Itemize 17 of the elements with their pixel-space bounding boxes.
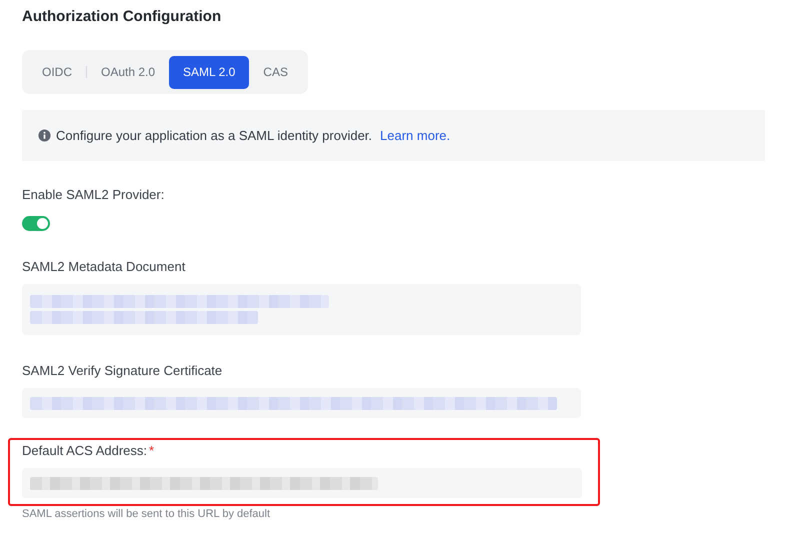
learn-more-link[interactable]: Learn more.	[380, 128, 450, 143]
field-label: SAML2 Verify Signature Certificate	[22, 363, 224, 378]
info-icon	[38, 129, 51, 142]
text-area[interactable]	[22, 284, 581, 335]
section-title: Authorization Configuration	[22, 8, 222, 25]
input-field[interactable]	[22, 468, 582, 498]
toggle-switch[interactable]	[22, 216, 50, 231]
input-field[interactable]	[22, 388, 581, 418]
tab[interactable]: OAuth 2.0	[87, 56, 170, 88]
tab[interactable]: CAS	[249, 56, 302, 88]
info-text: Configure your application as a SAML identity provider.	[56, 128, 372, 143]
field-label: Enable SAML2 Provider:	[22, 187, 166, 202]
tab[interactable]: OIDC	[28, 56, 86, 88]
field-label: SAML2 Metadata Document	[22, 259, 186, 274]
tab[interactable]: SAML 2.0	[169, 56, 250, 88]
field-label: Default ACS Address:*	[22, 443, 156, 458]
help-text: SAML assertions will be sent to this URL by default	[22, 508, 272, 520]
